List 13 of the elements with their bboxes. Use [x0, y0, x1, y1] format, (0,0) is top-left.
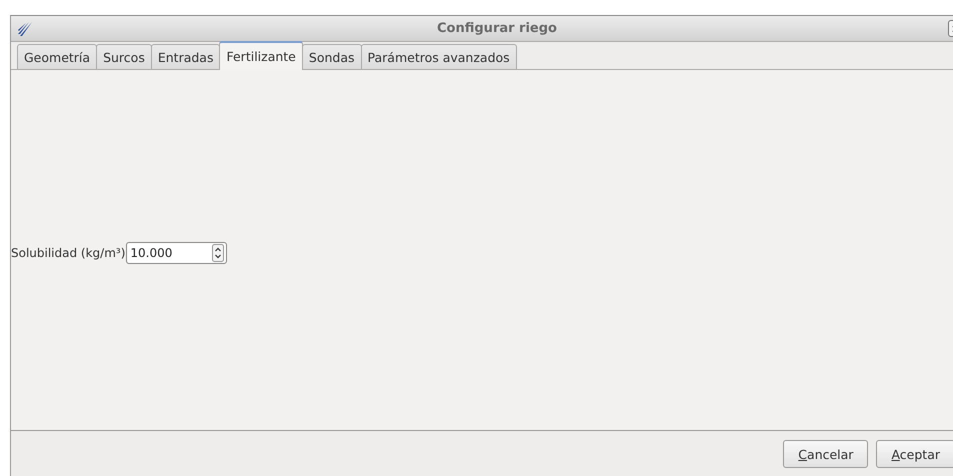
tab[interactable]: Surcos — [96, 44, 152, 69]
tab[interactable]: Sondas — [302, 44, 362, 69]
spin-arrows-icon[interactable] — [212, 244, 224, 262]
window-title: Configurar riego — [436, 21, 558, 36]
tab[interactable]: Entradas — [150, 44, 220, 69]
field-label: Solubilidad (kg/m³) — [11, 246, 126, 260]
tab[interactable]: Geometría — [17, 44, 98, 69]
tab[interactable]: Parámetros avanzados — [360, 44, 517, 69]
dialog-button[interactable]: Cancelar — [783, 440, 868, 468]
app-logo-icon — [17, 20, 33, 36]
tab[interactable]: Fertilizante — [219, 41, 303, 70]
dialog-button[interactable]: Aceptar — [876, 440, 953, 468]
spin-box[interactable]: 10.000 — [126, 242, 228, 264]
